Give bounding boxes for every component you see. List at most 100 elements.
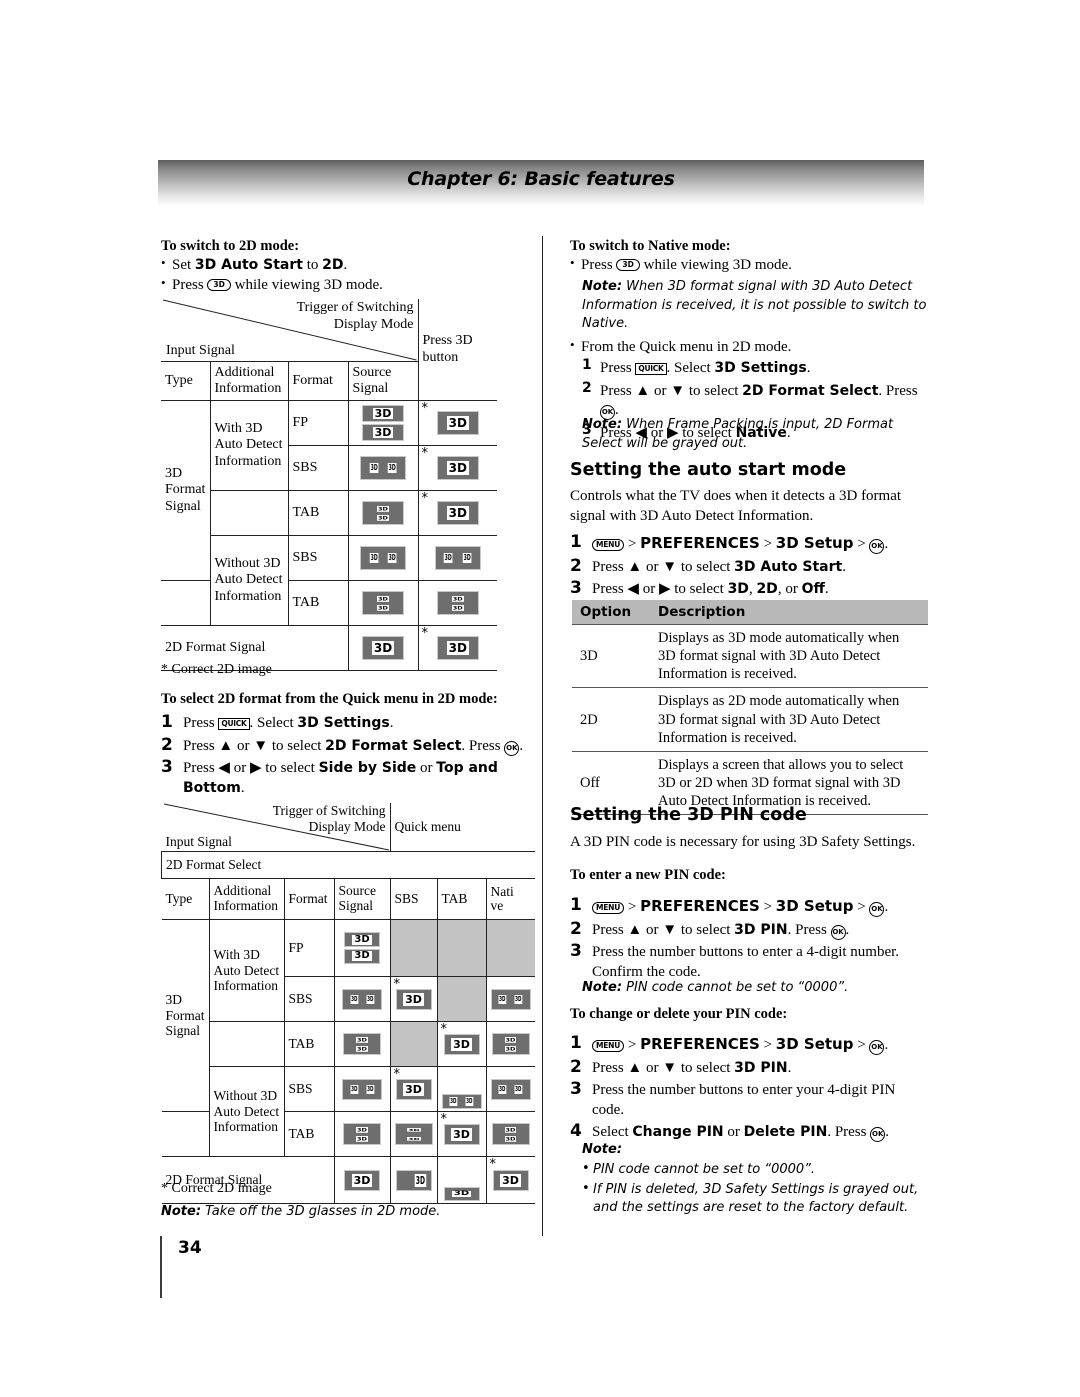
quick-button-icon: QUICK — [635, 362, 667, 375]
menu-button-icon: MENU — [592, 902, 625, 914]
table1-format-sbs-without: SBS — [287, 535, 349, 581]
native-bullet: Press 3D while viewing 3D mode. — [570, 254, 928, 275]
table2-sbs-with-sbs: * 3D — [389, 976, 438, 1022]
pin-note: Note: PIN code cannot be set to “0000”. — [582, 980, 849, 995]
final-note-block: Note: PIN code cannot be set to “0000”. … — [582, 1141, 928, 1216]
asterisk-marker: * — [421, 491, 429, 506]
table2-tab-without-sbs: 3D 3D — [389, 1111, 438, 1157]
final-note-1: PIN code cannot be set to “0000”. — [582, 1160, 928, 1179]
table2-diagonal-header: Trigger of Switching Display Mode Input … — [161, 803, 391, 852]
table2-subhdr-tab: TAB — [436, 878, 487, 920]
table1-src-tab-with: 3D 3D — [347, 490, 419, 536]
auto-start-body: Controls what the TV does when it detect… — [570, 488, 902, 524]
tv-icon-sbs: 3D 3D — [360, 456, 406, 480]
table2-sbs-with-tab-grayed — [436, 976, 487, 1022]
heading-switch-native: To switch to Native mode: — [570, 238, 731, 254]
asterisk-marker: * — [421, 626, 429, 641]
step-2: 2 Press ▲ or ▼ to select 3D PIN. — [570, 1056, 792, 1077]
table1-out-fp: * 3D — [417, 400, 497, 446]
page-number-rule — [160, 1236, 162, 1298]
table2-subhdr-type: Type — [161, 878, 210, 920]
tv-icon-3d: 3D — [436, 501, 479, 525]
table2-format-sbs-without: SBS — [283, 1066, 335, 1112]
left-steps: 1 Press QUICK. Select 3D Settings. 2 Pre… — [161, 712, 533, 799]
table2-subhdr-format: Format — [283, 878, 335, 920]
step-3: 3 Press ◀ or ▶ to select 3D, 2D, or Off. — [570, 578, 829, 598]
menu-button-icon: MENU — [592, 539, 625, 551]
bullet-press-3d: Press 3D while viewing 3D mode. — [161, 274, 533, 295]
tv-icon-tab: 3D 3D — [491, 1123, 530, 1145]
table2-without-info: Without 3D Auto Detect Information — [208, 1066, 285, 1157]
left-column-intro: To switch to 2D mode: Set 3D Auto Start … — [161, 237, 533, 296]
table-header-row: Option Description — [572, 600, 928, 625]
description-3d: Displays as 3D mode automatically when 3… — [650, 623, 928, 688]
table2-tab-with-tab: * 3D — [436, 1021, 487, 1067]
tv-icon-sbs: 3D 3D — [490, 988, 531, 1010]
bullet-set-auto-start: Set 3D Auto Start to 2D. — [161, 254, 533, 275]
table1-src-sbs-with: 3D 3D — [347, 445, 419, 491]
pin-new-steps: 1 MENU > PREFERENCES > 3D Setup > OK. 2 … — [570, 895, 928, 983]
table2-tab-with-sbs-grayed — [389, 1021, 438, 1067]
table2-src-tab-with: 3D 3D — [333, 1021, 391, 1067]
final-note-2: If PIN is deleted, 3D Safety Settings is… — [582, 1180, 928, 1216]
table1-trigger-line2: Display Mode — [333, 316, 414, 332]
pin-change-steps: 1 MENU > PREFERENCES > 3D Setup > OK. 2 … — [570, 1033, 928, 1144]
table1-type-3d: 3D Format Signal — [161, 400, 211, 581]
step-2: 2 Press ▲ or ▼ to select 2D Format Selec… — [161, 734, 524, 756]
heading-change-pin: To change or delete your PIN code: — [570, 1006, 788, 1022]
table1-format-fp: FP — [287, 400, 349, 446]
matrix-table-1: Trigger of Switching Display Mode Input … — [161, 299, 497, 671]
table1-src-sbs-without: 3D 3D — [347, 535, 419, 581]
table2-format-fp: FP — [283, 919, 335, 977]
tv-icon-tab: 3D 3D — [343, 1123, 381, 1145]
step-1: 1 MENU > PREFERENCES > 3D Setup > OK. — [570, 1033, 889, 1055]
step-1: 1 Press QUICK. Select 3D Settings. — [161, 712, 394, 732]
column-divider — [542, 236, 543, 1236]
table2-sbs-without-sbs: * 3D — [389, 1066, 438, 1112]
table-quick-menu: Trigger of Switching Display Mode Input … — [161, 803, 535, 1204]
table1-input-signal: Input Signal — [166, 343, 235, 358]
table1-src-tab-without: 3D 3D — [347, 580, 419, 626]
manual-page: Chapter 6: Basic features 34 To switch t… — [0, 0, 1080, 1397]
table1-action-col: Press 3D button — [417, 299, 497, 401]
option-3d: 3D — [572, 623, 650, 688]
table2-tab-with-native: 3D 3D — [485, 1021, 535, 1067]
tv-icon-3d: 3D — [395, 988, 432, 1010]
tv-icon-3d: 3D — [362, 636, 404, 660]
asterisk-marker: * — [421, 401, 429, 416]
table2-format-tab-without: TAB — [283, 1111, 335, 1157]
pin-body: A 3D PIN code is necessary for using 3D … — [570, 834, 916, 850]
header-option: Option — [572, 600, 650, 625]
step-1: 1 MENU > PREFERENCES > 3D Setup > OK. — [570, 895, 889, 917]
tv-icon-3d: 3D — [443, 1033, 480, 1055]
table1-subhdr-type: Type — [161, 361, 211, 401]
table1-out-sbs-without: 3D 3D — [417, 535, 497, 581]
auto-start-options: Option Description 3D Displays as 3D mod… — [572, 600, 928, 816]
tv-icon-3d-bottom: 3D — [344, 948, 380, 964]
native-note: Note: When 3D format signal with 3D Auto… — [582, 279, 927, 332]
table1-format-tab-with: TAB — [287, 490, 349, 536]
tv-icon-3d-top: 3D — [344, 932, 380, 948]
table2-note: Note: Take off the 3D glasses in 2D mode… — [161, 1204, 441, 1219]
heading-switch-2d: To switch to 2D mode: — [161, 238, 300, 254]
step-3: 3 Press the number buttons to enter a 4-… — [570, 941, 900, 980]
table2-trigger-line2: Display Mode — [308, 818, 386, 834]
asterisk-marker: * — [440, 1112, 448, 1127]
table2-with-info: With 3D Auto Detect Information — [208, 919, 285, 1022]
table2-sbs-without-native: 3D 3D — [485, 1066, 535, 1112]
step-2: 2 Press ▲ or ▼ to select 3D PIN. Press O… — [570, 918, 850, 940]
table2-sbs-with-native: 3D 3D — [485, 976, 535, 1022]
table-press-3d-button: Trigger of Switching Display Mode Input … — [161, 299, 497, 671]
table1-subhdr-format: Format — [287, 361, 349, 401]
tv-icon-tab: 3D 3D — [362, 591, 404, 615]
native-quick-bullet: From the Quick menu in 2D mode. — [570, 336, 928, 357]
ok-button-icon: OK — [869, 902, 885, 917]
table2-format-tab-with: TAB — [283, 1021, 335, 1067]
table1-subhdr-additional: Additional Information — [209, 361, 289, 401]
table1-footnote: * Correct 2D image — [161, 662, 272, 677]
tv-icon-sbs-clipped: 3D 3D — [441, 1094, 482, 1109]
tv-icon-tab: 3D 3D — [362, 501, 404, 525]
heading-enter-new-pin: To enter a new PIN code: — [570, 867, 726, 883]
ok-button-icon: OK — [830, 924, 846, 940]
quick-button-icon: QUICK — [218, 717, 250, 730]
